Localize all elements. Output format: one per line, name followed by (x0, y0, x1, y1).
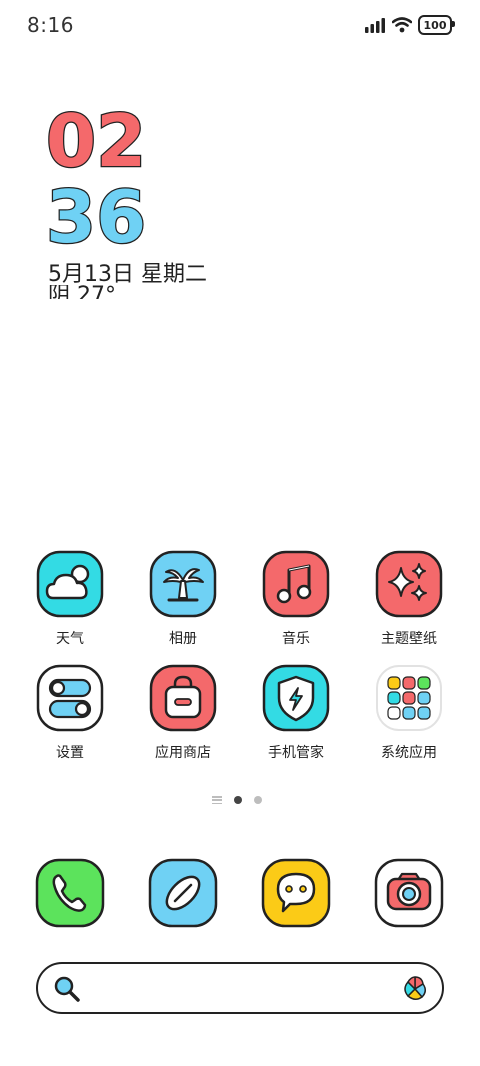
app-system-folder[interactable]: 系统应用 (359, 664, 459, 762)
music-icon (262, 550, 330, 618)
search-input[interactable] (90, 972, 384, 1006)
phone-icon (35, 858, 105, 928)
clock-widget[interactable]: 02 36 (44, 98, 244, 261)
page-indicator[interactable] (212, 796, 262, 804)
app-security[interactable]: 手机管家 (246, 664, 346, 762)
wifi-icon (392, 17, 412, 33)
clock-hour: 02 (46, 100, 146, 183)
sparkle-icon (375, 550, 443, 618)
camera-icon (374, 858, 444, 928)
battery-icon: 100 (418, 15, 455, 35)
status-bar: 8:16 100 (0, 0, 480, 50)
app-label: 音乐 (282, 631, 310, 647)
messages-icon (261, 858, 331, 928)
app-label: 系统应用 (381, 745, 437, 761)
app-gallery[interactable]: 相册 (133, 550, 233, 648)
list-page-icon[interactable] (212, 796, 222, 804)
app-label: 相册 (169, 631, 197, 647)
dock-camera[interactable] (359, 858, 459, 932)
signal-icon (365, 18, 385, 33)
date-text: 5月13日 星期二 (48, 262, 207, 287)
weather-text-clip: 阴 27° (48, 285, 248, 299)
folder-icon (376, 665, 442, 731)
clock-digits: 02 36 (45, 98, 148, 261)
app-label: 设置 (56, 745, 84, 761)
assistant-icon[interactable] (400, 974, 430, 1004)
search-bar[interactable] (36, 962, 444, 1014)
search-icon[interactable] (52, 974, 82, 1004)
page-dot-active[interactable] (234, 796, 242, 804)
toggle-settings-icon (36, 664, 104, 732)
weather-text: 阴 27° (48, 285, 116, 299)
clock-minute: 36 (46, 175, 146, 250)
status-time: 8:16 (27, 13, 74, 37)
app-label: 天气 (56, 631, 84, 647)
dock-phone[interactable] (20, 858, 120, 932)
status-icons: 100 (364, 15, 455, 35)
app-weather[interactable]: 天气 (20, 550, 120, 648)
page-dot[interactable] (254, 796, 262, 804)
dock-messages[interactable] (246, 858, 346, 932)
battery-level: 100 (423, 18, 447, 32)
app-label: 手机管家 (268, 745, 324, 761)
weather-icon (36, 550, 104, 618)
app-themes[interactable]: 主题壁纸 (359, 550, 459, 648)
app-settings[interactable]: 设置 (20, 664, 120, 762)
shield-icon (262, 664, 330, 732)
gallery-icon (149, 550, 217, 618)
shopping-bag-icon (149, 664, 217, 732)
app-music[interactable]: 音乐 (246, 550, 346, 648)
app-label: 应用商店 (155, 745, 211, 761)
browser-icon (148, 858, 218, 928)
app-label: 主题壁纸 (381, 631, 437, 647)
dock-browser[interactable] (133, 858, 233, 932)
app-store[interactable]: 应用商店 (133, 664, 233, 762)
